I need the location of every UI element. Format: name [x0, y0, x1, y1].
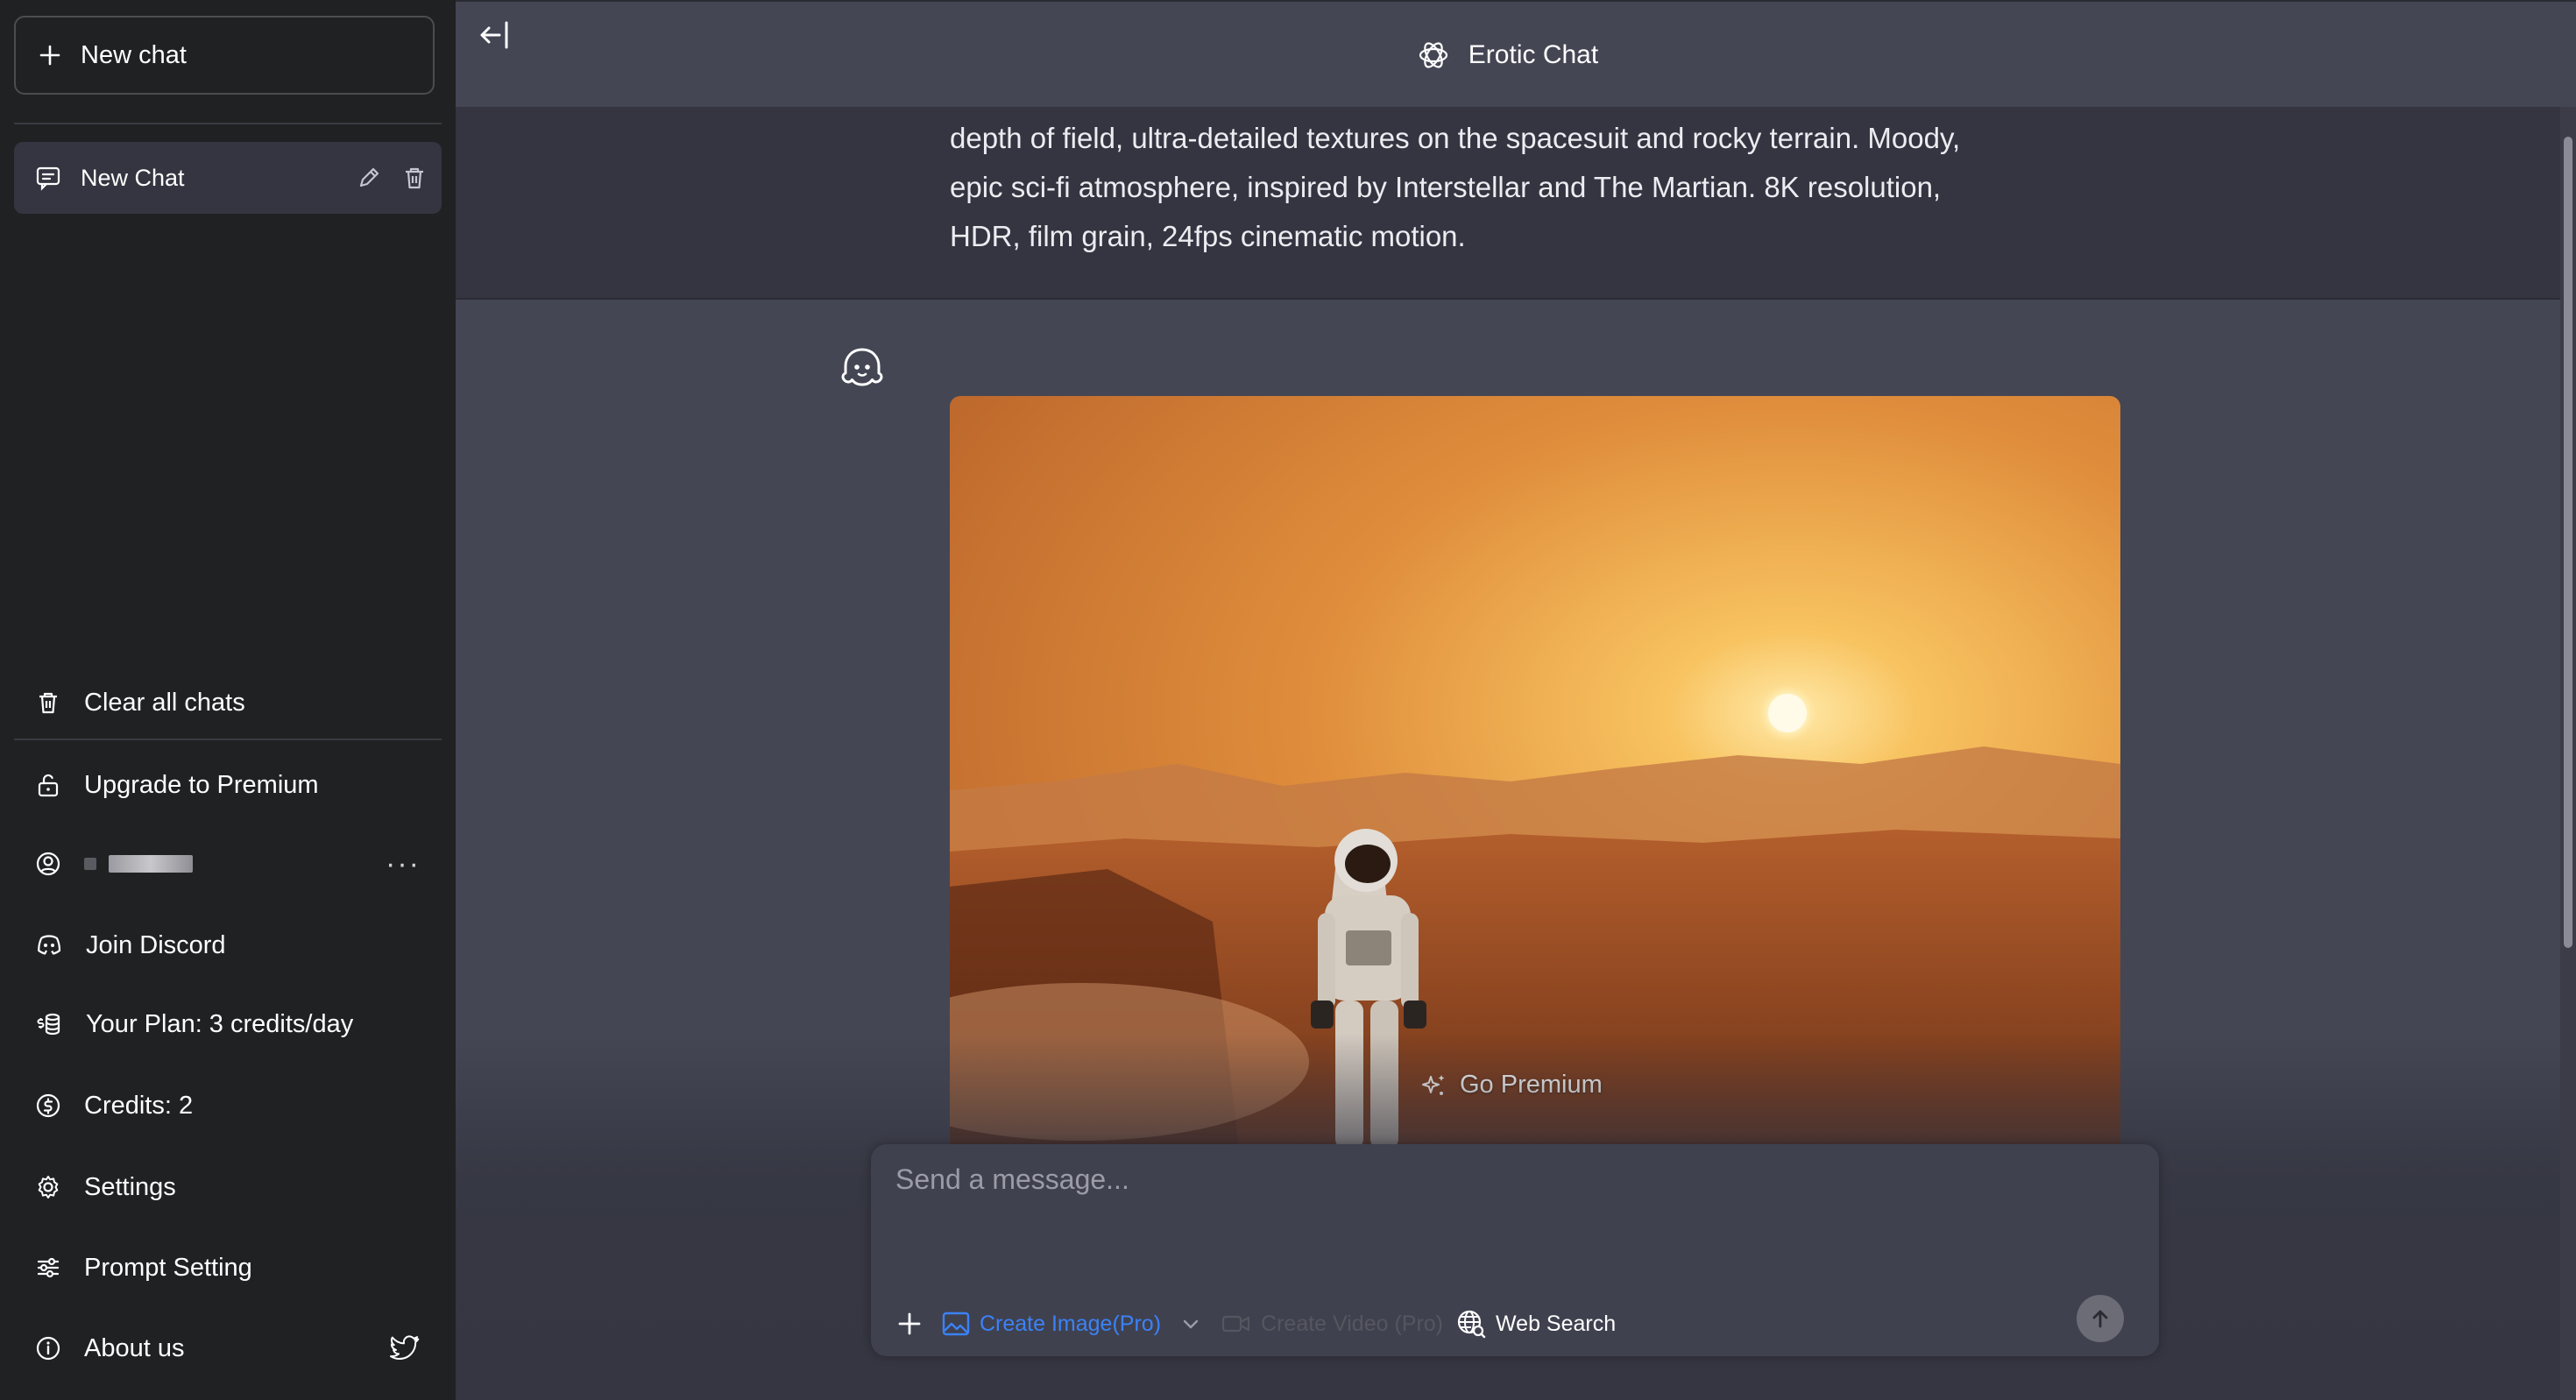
go-premium-button[interactable]: Go Premium [1419, 1071, 1603, 1099]
plan-info[interactable]: Your Plan: 3 credits/day [14, 991, 442, 1057]
web-search-label: Web Search [1496, 1311, 1617, 1336]
create-video-label: Create Video (Pro) [1261, 1311, 1444, 1336]
scrollbar-thumb[interactable] [2564, 137, 2572, 948]
plus-icon[interactable] [890, 1310, 929, 1338]
ghost-icon [836, 343, 888, 396]
prompt-setting-label: Prompt Setting [84, 1253, 252, 1282]
trash-icon[interactable] [401, 165, 428, 191]
top-bar: Erotic Chat [456, 0, 2576, 107]
globe-search-icon [1455, 1308, 1487, 1340]
credits-label: Credits: 2 [84, 1091, 194, 1120]
sliders-icon [35, 1255, 61, 1281]
create-image-button[interactable]: Create Image(Pro) [941, 1310, 1161, 1338]
web-search-button[interactable]: Web Search [1455, 1308, 1616, 1340]
sidebar-divider [14, 123, 442, 124]
sidebar: New chat New Chat Clear all chats Upgrad… [0, 0, 456, 1400]
discord-icon [35, 932, 63, 958]
info-icon [35, 1335, 61, 1361]
main-area: depth of field, ultra-detailed textures … [456, 0, 2576, 1400]
go-premium-label: Go Premium [1460, 1071, 1603, 1099]
new-chat-label: New chat [81, 40, 187, 69]
pencil-icon[interactable] [356, 165, 382, 191]
openai-logo-icon [1416, 38, 1451, 73]
twitter-icon[interactable] [389, 1335, 421, 1361]
create-video-button[interactable]: Create Video (Pro) [1221, 1312, 1443, 1337]
new-chat-button[interactable]: New chat [14, 16, 435, 95]
settings-label: Settings [84, 1172, 176, 1201]
chevron-down-icon[interactable] [1173, 1312, 1208, 1335]
join-discord-link[interactable]: Join Discord [14, 912, 442, 979]
coins-icon [35, 1011, 63, 1037]
gear-icon [35, 1174, 61, 1200]
credits-info[interactable]: Credits: 2 [14, 1072, 442, 1139]
plus-icon [39, 44, 61, 67]
app-title: Erotic Chat [1468, 40, 1599, 69]
join-discord-label: Join Discord [86, 930, 226, 959]
create-image-label: Create Image(Pro) [980, 1311, 1162, 1336]
chat-title: New Chat [81, 164, 185, 191]
arrow-up-icon [2088, 1306, 2112, 1331]
video-camera-icon [1221, 1312, 1252, 1336]
clear-all-chats-button[interactable]: Clear all chats [14, 669, 442, 736]
send-button[interactable] [2077, 1295, 2124, 1342]
message-input[interactable] [894, 1162, 2120, 1267]
composer-tools: Create Image(Pro) Create Video (Pro) Web… [890, 1302, 1616, 1346]
scrollbar[interactable] [2560, 107, 2576, 1400]
message-composer: Create Image(Pro) Create Video (Pro) Web… [871, 1144, 2159, 1356]
plan-label: Your Plan: 3 credits/day [86, 1009, 354, 1038]
message-text: depth of field, ultra-detailed textures … [950, 122, 1961, 252]
dollar-circle-icon [35, 1092, 61, 1119]
bot-avatar [836, 343, 888, 400]
upgrade-premium-button[interactable]: Upgrade to Premium [14, 752, 442, 818]
redacted-username [84, 855, 193, 873]
sidebar-divider [14, 739, 442, 740]
page-title: Erotic Chat [456, 2, 2558, 109]
about-us-button[interactable]: About us [14, 1315, 442, 1382]
user-account-row[interactable]: ··· [14, 831, 442, 897]
about-us-label: About us [84, 1333, 185, 1362]
trash-icon [35, 689, 61, 716]
image-icon [941, 1310, 971, 1338]
previous-user-message: depth of field, ultra-detailed textures … [456, 107, 2560, 300]
unlock-icon [35, 772, 61, 798]
sparkle-icon [1419, 1071, 1447, 1099]
prompt-setting-button[interactable]: Prompt Setting [14, 1234, 442, 1301]
more-options-icon[interactable]: ··· [386, 847, 421, 881]
chat-list-item[interactable]: New Chat [14, 142, 442, 214]
clear-all-chats-label: Clear all chats [84, 688, 245, 717]
user-circle-icon [35, 851, 61, 877]
upgrade-premium-label: Upgrade to Premium [84, 770, 319, 799]
settings-button[interactable]: Settings [14, 1154, 442, 1220]
chat-bubble-icon [35, 165, 61, 191]
generated-image[interactable] [950, 396, 2120, 1149]
